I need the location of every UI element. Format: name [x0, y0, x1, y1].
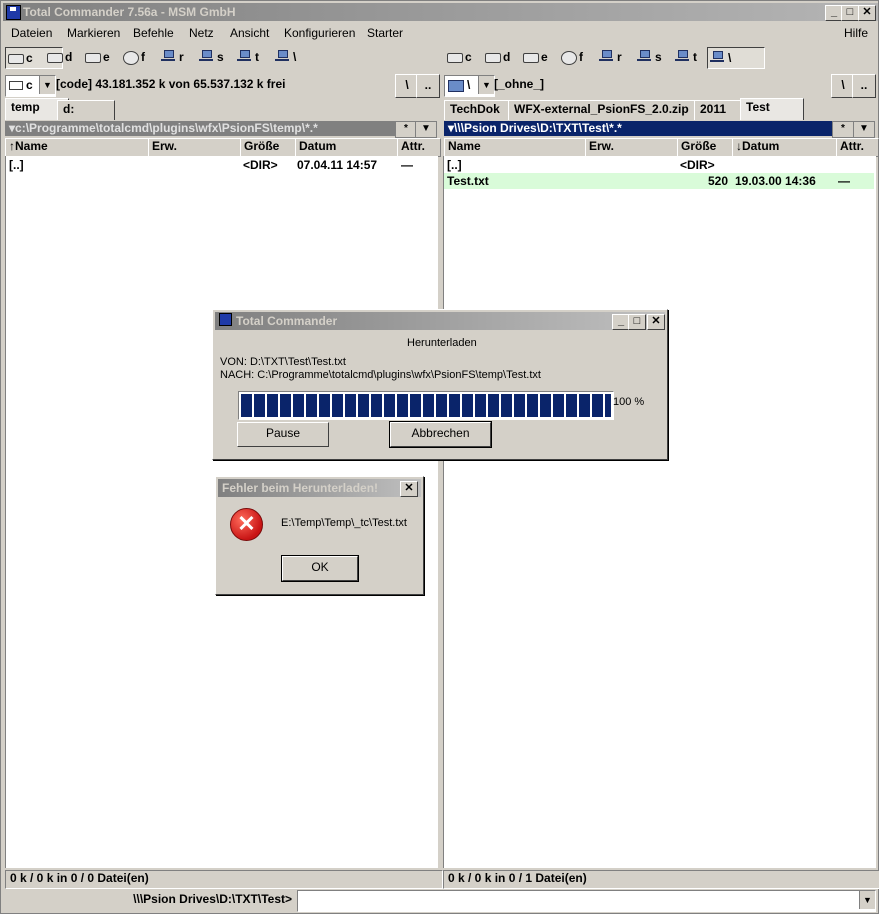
left-col-size[interactable]: Größe [240, 138, 300, 157]
table-row[interactable]: Test.txt 520 19.03.00 14:36 — [444, 173, 874, 189]
chevron-down-icon[interactable]: ▼ [39, 76, 55, 94]
left-col-name[interactable]: ↑Name [5, 138, 153, 157]
left-drive-info: [code] 43.181.352 k von 65.537.132 k fre… [56, 77, 286, 91]
menu-ansicht[interactable]: Ansicht [230, 26, 269, 40]
network-drive-icon [237, 50, 251, 62]
cmdline-input[interactable]: ▼ [297, 890, 876, 912]
drive-icon [9, 81, 23, 91]
left-drive-combo[interactable]: c ▼ [5, 75, 56, 97]
error-dialog-title-bar[interactable]: Fehler beim Herunterladen! ✕ [218, 479, 421, 497]
network-neighborhood-icon [448, 79, 464, 92]
cancel-button[interactable]: Abbrechen [389, 421, 492, 448]
main-window: Total Commander 7.56a - MSM GmbH _ □ ✕ D… [0, 0, 879, 914]
drive-icon [85, 53, 101, 63]
right-col-size[interactable]: Größe [677, 138, 737, 157]
left-history-button[interactable]: * [395, 121, 417, 138]
left-path-header[interactable]: ▾c:\Programme\totalcmd\plugins\wfx\Psion… [5, 121, 399, 136]
right-col-name[interactable]: Name [444, 138, 590, 157]
table-row[interactable]: [..] <DIR> [444, 157, 874, 173]
network-drive-icon [161, 50, 175, 62]
right-col-date[interactable]: ↓Datum [732, 138, 841, 157]
right-hotlist-button[interactable]: ▼ [853, 121, 875, 138]
left-hotlist-button[interactable]: ▼ [415, 121, 437, 138]
right-drive-combo[interactable]: \ ▼ [444, 75, 495, 97]
drive-icon [447, 53, 463, 63]
close-button[interactable]: ✕ [858, 5, 876, 21]
left-col-date[interactable]: Datum [295, 138, 402, 157]
right-status-bar: 0 k / 0 k in 0 / 1 Datei(en) [443, 870, 879, 889]
left-col-ext[interactable]: Erw. [148, 138, 245, 157]
right-path-header[interactable]: ▾\\\Psion Drives\D:\TXT\Test\*.* [444, 121, 836, 136]
title-bar[interactable]: Total Commander 7.56a - MSM GmbH _ □ ✕ [3, 3, 878, 21]
menu-konfigurieren[interactable]: Konfigurieren [284, 26, 355, 40]
progress-fill [241, 394, 611, 417]
right-file-list[interactable]: [..] <DIR> Test.txt 520 19.03.00 14:36 — [443, 156, 876, 868]
table-row[interactable]: [..] <DIR> 07.04.11 14:57 — [6, 157, 436, 173]
menu-starter[interactable]: Starter [367, 26, 403, 40]
menu-dateien[interactable]: Dateien [11, 26, 52, 40]
drive-icon [485, 53, 501, 63]
progress-dialog-title-bar[interactable]: Total Commander _ □ ✕ [215, 312, 665, 330]
error-icon: ✕ [230, 508, 263, 541]
progress-heading: Herunterladen [407, 337, 477, 349]
ok-button[interactable]: OK [281, 555, 359, 582]
cmdline-label: \\\Psion Drives\D:\TXT\Test> [133, 892, 292, 906]
chevron-down-icon[interactable]: ▼ [859, 891, 875, 909]
drive-icon [8, 54, 24, 64]
floppy-icon [219, 313, 232, 326]
right-tab-wfx-external[interactable]: WFX-external_PsionFS_2.0.zip [508, 100, 706, 120]
cd-drive-icon [123, 51, 139, 65]
right-drive-network[interactable]: \ [707, 47, 765, 69]
left-tab-d[interactable]: d: [57, 100, 115, 120]
maximize-button[interactable]: □ [628, 314, 646, 330]
floppy-icon [6, 5, 21, 20]
menu-befehle[interactable]: Befehle [133, 26, 174, 40]
close-button[interactable]: ✕ [400, 481, 418, 497]
left-drive-network[interactable]: \ [273, 47, 329, 67]
drive-icon [523, 53, 539, 63]
menu-markieren[interactable]: Markieren [67, 26, 120, 40]
right-drive-info: [_ohne_] [494, 77, 545, 91]
progress-percent: 100 % [613, 396, 645, 408]
network-drive-icon [675, 50, 689, 62]
network-drive-icon [637, 50, 651, 62]
right-col-attr[interactable]: Attr. [836, 138, 879, 157]
right-history-button[interactable]: * [832, 121, 854, 138]
maximize-button[interactable]: □ [841, 5, 859, 21]
drive-icon [47, 53, 63, 63]
progress-from: VON: D:\TXT\Test\Test.txt [220, 356, 346, 368]
network-neighborhood-icon [275, 50, 289, 62]
error-message: E:\Temp\Temp\_tc\Test.txt [281, 517, 407, 529]
right-col-ext[interactable]: Erw. [585, 138, 682, 157]
progress-bar [238, 391, 614, 420]
progress-to: NACH: C:\Programme\totalcmd\plugins\wfx\… [220, 369, 541, 381]
network-neighborhood-icon [710, 51, 724, 63]
network-drive-icon [199, 50, 213, 62]
left-up-button[interactable]: .. [416, 74, 440, 98]
right-drive-bar: c d e f r s t \ [443, 45, 878, 69]
menu-bar: Dateien Markieren Befehle Netz Ansicht K… [3, 23, 878, 43]
menu-netz[interactable]: Netz [189, 26, 214, 40]
cd-drive-icon [561, 51, 577, 65]
right-up-button[interactable]: .. [852, 74, 876, 98]
network-drive-icon [599, 50, 613, 62]
left-status-bar: 0 k / 0 k in 0 / 0 Datei(en) [5, 870, 443, 889]
pause-button[interactable]: Pause [237, 422, 329, 447]
left-drive-bar: c d e f r s t \ [3, 45, 438, 69]
right-tab-test[interactable]: Test [740, 98, 804, 120]
menu-hilfe[interactable]: Hilfe [844, 26, 868, 40]
window-title: Total Commander 7.56a - MSM GmbH [23, 5, 236, 19]
chevron-down-icon[interactable]: ▼ [478, 76, 494, 94]
left-col-attr[interactable]: Attr. [397, 138, 441, 157]
close-button[interactable]: ✕ [647, 314, 665, 330]
